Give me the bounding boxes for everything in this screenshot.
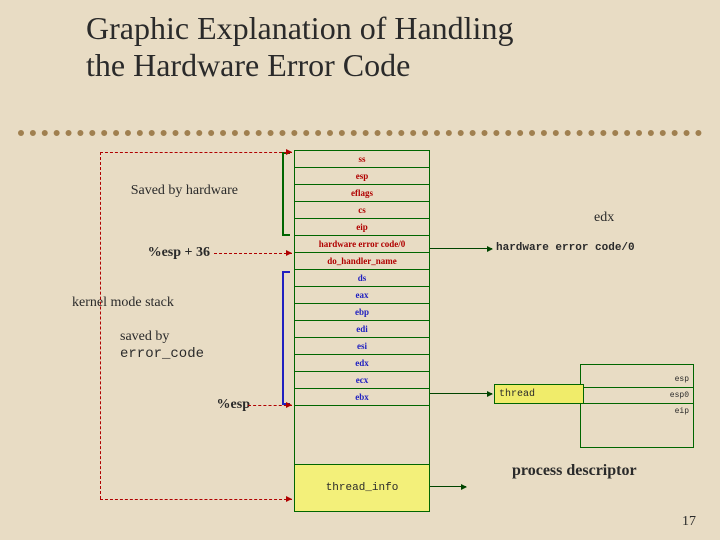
decorative-rule [18, 130, 702, 136]
stack-cell-eip: eip [295, 219, 429, 236]
label-edx-right: edx [594, 210, 614, 226]
pd-row-esp0: esp0 [581, 389, 693, 403]
kms-dash-bottom [100, 499, 292, 500]
kms-dash-left [100, 152, 101, 499]
title-line-2: the Hardware Error Code [86, 47, 410, 83]
pd-div-2 [581, 403, 693, 404]
label-esp: %esp [200, 397, 250, 413]
slide-root: Graphic Explanation of Handling the Hard… [0, 0, 720, 540]
stack-cell-ss: ss [295, 151, 429, 168]
label-kernel-mode-stack: kernel mode stack [72, 295, 212, 311]
pd-row-esp: esp [581, 373, 693, 387]
pointer-esp36 [214, 253, 292, 254]
pd-div-1 [581, 387, 693, 388]
label-saved-by: saved by [120, 329, 200, 345]
stack-cell-ebx: ebx [295, 389, 429, 406]
stack-cell-edx: edx [295, 355, 429, 372]
stack-cell-ecx: ecx [295, 372, 429, 389]
stack-cell-eax: eax [295, 287, 429, 304]
stack-column: ss esp eflags cs eip hardware error code… [294, 150, 430, 512]
title-line-1: Graphic Explanation of Handling [86, 10, 513, 46]
stack-cell-eflags: eflags [295, 185, 429, 202]
arrowhead-esp [286, 402, 292, 408]
stack-cell-esi: esi [295, 338, 429, 355]
process-descriptor-box: esp esp0 eip [580, 364, 694, 448]
stack-cell-ebp: ebp [295, 304, 429, 321]
stack-cell-cs: cs [295, 202, 429, 219]
arrowhead-kms-bottom [286, 496, 292, 502]
thread-box-label: thread [499, 389, 535, 400]
brace-saved-by-error-code [282, 271, 284, 405]
stack-cell-esp: esp [295, 168, 429, 185]
arrow-to-hw-code [430, 248, 492, 249]
label-esp36: %esp + 36 [130, 245, 210, 261]
arrow-to-thread [430, 393, 492, 394]
thread-info-block: thread_info [295, 465, 429, 511]
pd-row-eip: eip [581, 405, 693, 419]
arrowhead-esp36 [286, 250, 292, 256]
arrow-threadinfo-out [430, 486, 466, 487]
page-number: 17 [682, 514, 696, 530]
brace-saved-by-hardware [282, 152, 284, 236]
label-error-code: error_code [120, 346, 230, 362]
label-saved-by-hardware: Saved by hardware [98, 183, 238, 199]
stack-cell-edi: edi [295, 321, 429, 338]
stack-gap [295, 406, 429, 465]
stack-cell-hw-err: hardware error code/0 [295, 236, 429, 253]
label-process-descriptor: process descriptor [512, 462, 637, 480]
slide-title: Graphic Explanation of Handling the Hard… [86, 10, 513, 84]
kms-dash-top [100, 152, 292, 153]
label-hw-error-right: hardware error code/0 [496, 242, 635, 254]
stack-cell-do-handler: do_handler_name [295, 253, 429, 270]
arrowhead-kms-top [286, 149, 292, 155]
thread-box: thread [494, 384, 584, 404]
stack-cell-ds: ds [295, 270, 429, 287]
